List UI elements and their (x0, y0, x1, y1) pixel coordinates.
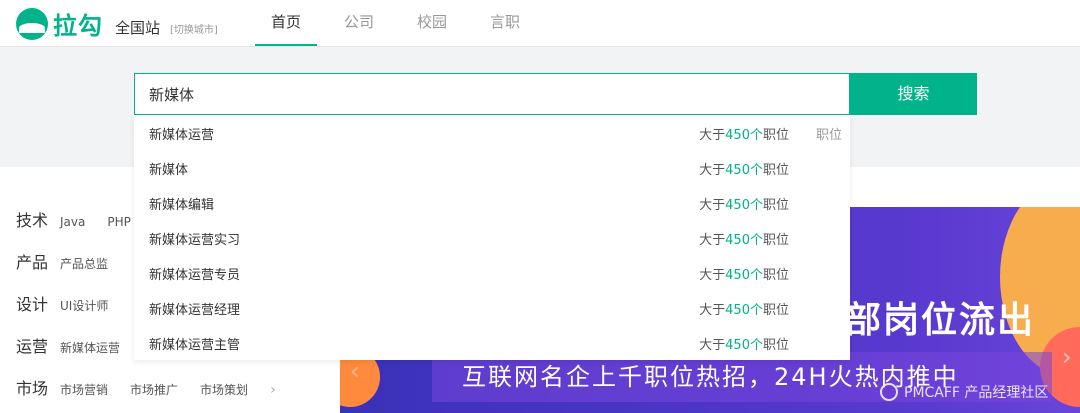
watermark-text: PMCAFF 产品经理社区 (904, 385, 1049, 401)
category-row-marketing: 市场 市场营销 市场推广 市场策划 › (16, 375, 276, 399)
suggestion-keyword: 新媒体运营主管 (149, 338, 241, 353)
category-row-operations: 运营 新媒体运营 (16, 333, 142, 357)
lagou-logo[interactable]: 拉勾 (16, 6, 103, 41)
category-title[interactable]: 设计 (16, 291, 48, 315)
suggestion-item[interactable]: 新媒体运营实习 大于450个职位 (134, 220, 850, 255)
category-tag[interactable]: 新媒体运营 (60, 339, 120, 356)
category-title[interactable]: 产品 (16, 249, 48, 273)
switch-city-link[interactable]: [切换城市] (170, 21, 218, 36)
category-tag[interactable]: 市场策划 (200, 381, 248, 398)
main-nav: 首页 公司 校园 言职 (255, 0, 547, 46)
nav-company[interactable]: 公司 (328, 0, 390, 46)
suggestion-item[interactable]: 新媒体编辑 大于450个职位 (134, 185, 850, 220)
suggestion-item[interactable]: 新媒体运营主管 大于450个职位 (134, 325, 850, 360)
nav-yanzhi[interactable]: 言职 (474, 0, 536, 46)
lagou-logo-icon (16, 7, 48, 40)
suggestion-keyword: 新媒体运营 (149, 128, 215, 143)
category-title[interactable]: 技术 (16, 207, 48, 231)
logo-text: 拉勾 (53, 12, 103, 40)
category-tag[interactable]: 市场推广 (130, 381, 178, 398)
banner-next-icon[interactable]: › (1062, 343, 1072, 371)
suggestion-item[interactable]: 新媒体 大于450个职位 (134, 150, 850, 185)
suggestion-count: 大于450个职位 (699, 338, 789, 353)
category-row-product: 产品 产品总监 (16, 249, 130, 273)
category-tag[interactable]: 市场营销 (60, 381, 108, 398)
search-suggestions: 新媒体运营 大于450个职位 职位 新媒体 大于450个职位 新媒体编辑 大于4… (134, 115, 850, 360)
nav-campus[interactable]: 校园 (401, 0, 463, 46)
banner-headline: 部岗位流出 (845, 300, 1036, 341)
category-tag[interactable]: 产品总监 (60, 255, 108, 272)
suggestion-keyword: 新媒体运营专员 (149, 268, 241, 283)
site-name: 全国站 (115, 19, 161, 37)
suggestion-keyword: 新媒体 (149, 163, 189, 178)
category-title[interactable]: 市场 (16, 375, 48, 399)
suggestion-item[interactable]: 新媒体运营 大于450个职位 职位 (134, 115, 850, 150)
category-row-design: 设计 UI设计师 (16, 291, 130, 315)
suggestion-count: 大于450个职位 (699, 303, 789, 318)
suggestion-keyword: 新媒体编辑 (149, 198, 215, 213)
suggestion-item[interactable]: 新媒体运营经理 大于450个职位 (134, 290, 850, 325)
category-tag[interactable]: PHP (107, 215, 131, 229)
suggestion-count: 大于450个职位 (699, 233, 789, 248)
category-tag[interactable]: UI设计师 (60, 297, 108, 314)
top-header: 拉勾 全国站 [切换城市] 首页 公司 校园 言职 (0, 0, 1080, 47)
suggestion-count: 大于450个职位 (699, 128, 789, 143)
watermark: PMCAFF 产品经理社区 (880, 382, 1048, 402)
pmcaff-logo-icon (880, 383, 898, 401)
suggestion-count: 大于450个职位 (699, 163, 789, 178)
suggestion-count: 大于450个职位 (699, 198, 789, 213)
search-button[interactable]: 搜索 (850, 73, 977, 115)
banner-prev-icon[interactable]: ‹ (350, 357, 360, 385)
category-title[interactable]: 运营 (16, 333, 48, 357)
suggestion-count: 大于450个职位 (699, 268, 789, 283)
nav-home[interactable]: 首页 (255, 0, 317, 46)
suggestion-keyword: 新媒体运营实习 (149, 233, 241, 248)
suggestion-type: 职位 (815, 128, 842, 143)
search-input[interactable] (134, 73, 850, 115)
chevron-right-icon[interactable]: › (270, 382, 276, 398)
suggestion-keyword: 新媒体运营经理 (149, 303, 241, 318)
category-row-tech: 技术 Java PHP (16, 207, 153, 231)
suggestion-item[interactable]: 新媒体运营专员 大于450个职位 (134, 255, 850, 290)
category-tag[interactable]: Java (60, 215, 85, 229)
